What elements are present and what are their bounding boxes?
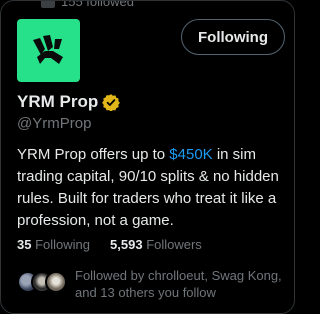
name-row: YRM Prop xyxy=(17,92,121,112)
followed-by-section[interactable]: Followed by chrolloeut, Swag Kong, and 1… xyxy=(17,267,285,301)
mutual-avatar xyxy=(45,271,67,293)
display-name[interactable]: YRM Prop xyxy=(17,92,98,112)
following-count: 35 xyxy=(17,237,32,252)
followers-label: Followers xyxy=(146,237,202,252)
profile-stats: 35 Following 5,593 Followers xyxy=(17,237,202,252)
followers-count: 5,593 xyxy=(110,237,143,252)
profile-handle[interactable]: @YrmProp xyxy=(17,115,91,132)
clipped-header-text: 155 followed xyxy=(41,1,134,9)
verified-badge-icon[interactable] xyxy=(102,93,121,111)
bio-text-start: YRM Prop offers up to xyxy=(17,146,170,163)
followed-by-text: Followed by chrolloeut, Swag Kong, and 1… xyxy=(75,268,282,300)
bio-link[interactable]: $450K xyxy=(169,146,212,163)
profile-bio: YRM Prop offers up to $450K in sim tradi… xyxy=(17,144,285,232)
clipped-icon xyxy=(41,1,55,8)
yrm-logo-icon xyxy=(32,34,63,64)
followers-stat[interactable]: 5,593 Followers xyxy=(110,237,202,252)
following-button[interactable]: Following xyxy=(181,19,285,55)
following-stat[interactable]: 35 Following xyxy=(17,237,90,252)
profile-hover-card: 155 followed Following YRM Prop @YrmProp… xyxy=(0,0,295,314)
mutual-avatars xyxy=(17,267,73,293)
following-label: Following xyxy=(35,237,91,252)
profile-avatar[interactable] xyxy=(17,19,80,82)
